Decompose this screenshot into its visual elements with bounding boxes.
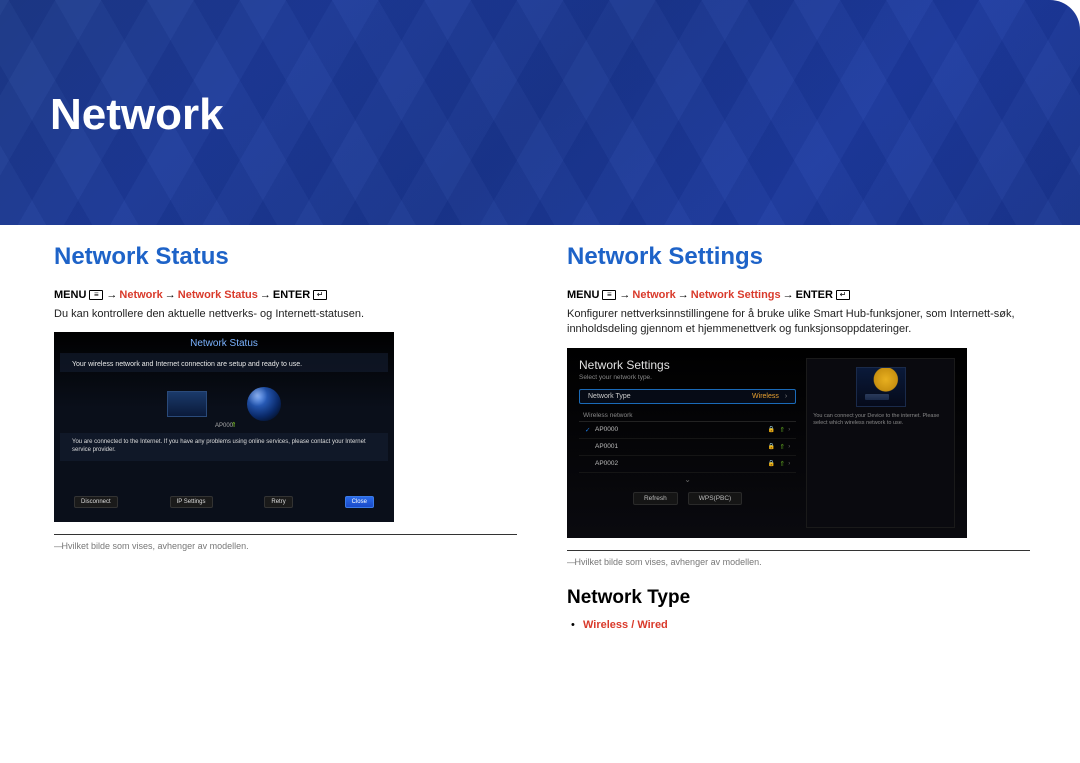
- path-menu-label: MENU: [567, 289, 599, 301]
- ap-name: AP0000: [595, 426, 768, 433]
- side-panel-text: You can connect your Device to the inter…: [813, 413, 948, 427]
- section-description: Konfigurer nettverksinnstillingene for å…: [567, 307, 1030, 338]
- shot-info-text: You are connected to the Internet. If yo…: [60, 433, 388, 461]
- path-arrow: →: [165, 289, 176, 301]
- divider: [54, 534, 517, 535]
- lock-icon: 🔒: [768, 443, 775, 450]
- shot-status-message: Your wireless network and Internet conne…: [60, 353, 388, 372]
- section-heading-network-settings: Network Settings: [567, 243, 1030, 271]
- path-part-network-settings: Network Settings: [691, 289, 781, 301]
- close-button[interactable]: Close: [345, 496, 374, 508]
- menu-path-network-settings: MENU → Network → Network Settings → ENTE…: [567, 289, 1030, 301]
- screenshot-network-settings: Network Settings Select your network typ…: [567, 348, 967, 538]
- path-part-network-status: Network Status: [178, 289, 258, 301]
- ap-list-item[interactable]: ✓ AP0000 🔒 ⇑ ›: [579, 422, 796, 439]
- ap-list-item[interactable]: AP0002 🔒 ⇑ ›: [579, 456, 796, 473]
- screenshot-network-status: Network Status Your wireless network and…: [54, 332, 394, 522]
- path-part-network: Network: [632, 289, 675, 301]
- lock-icon: 🔒: [768, 426, 775, 433]
- wifi-signal-icon: ⇑: [779, 460, 785, 468]
- enter-icon: [313, 290, 327, 300]
- disconnect-button[interactable]: Disconnect: [74, 496, 118, 508]
- shot-button-row: Disconnect IP Settings Retry Close: [54, 488, 394, 516]
- ap-name: AP0001: [595, 443, 768, 450]
- image-note: Hvilket bilde som vises, avhenger av mod…: [567, 557, 1030, 567]
- router-icon: [856, 367, 906, 407]
- enter-icon: [836, 290, 850, 300]
- network-type-label: Network Type: [588, 393, 631, 400]
- path-enter-label: ENTER: [796, 289, 833, 301]
- option-wireless-wired: Wireless / Wired: [583, 619, 668, 631]
- shot-title: Network Settings: [579, 358, 796, 372]
- right-column: Network Settings MENU → Network → Networ…: [567, 235, 1030, 631]
- section-heading-network-status: Network Status: [54, 243, 517, 271]
- chapter-banner: Network: [0, 0, 1080, 225]
- wifi-icon: ⇑: [231, 421, 237, 429]
- chevron-right-icon: ›: [788, 461, 790, 467]
- shot-side-panel: You can connect your Device to the inter…: [806, 358, 955, 528]
- image-note: Hvilket bilde som vises, avhenger av mod…: [54, 541, 517, 551]
- subsection-heading-network-type: Network Type: [567, 587, 1030, 609]
- menu-path-network-status: MENU → Network → Network Status → ENTER: [54, 289, 517, 301]
- shot-diagram: AP000 ⇑: [54, 376, 394, 431]
- divider: [567, 550, 1030, 551]
- shot-title: Network Status: [54, 332, 394, 349]
- menu-icon: [89, 290, 103, 300]
- path-enter-label: ENTER: [273, 289, 310, 301]
- lock-icon: 🔒: [768, 460, 775, 467]
- menu-icon: [602, 290, 616, 300]
- shot-subtitle: Select your network type.: [579, 374, 796, 381]
- check-icon: ✓: [585, 426, 595, 434]
- chevron-down-icon[interactable]: ⌄: [579, 473, 796, 486]
- shot-button-row: Refresh WPS(PBC): [579, 492, 796, 505]
- ap-list-item[interactable]: AP0001 🔒 ⇑ ›: [579, 439, 796, 456]
- path-arrow: →: [783, 289, 794, 301]
- shot-main-panel: Network Settings Select your network typ…: [579, 358, 796, 528]
- wifi-signal-icon: ⇑: [779, 443, 785, 451]
- wps-button[interactable]: WPS(PBC): [688, 492, 743, 505]
- left-column: Network Status MENU → Network → Network …: [54, 235, 517, 631]
- section-description: Du kan kontrollere den aktuelle nettverk…: [54, 307, 517, 322]
- chevron-right-icon: ›: [788, 427, 790, 433]
- chevron-right-icon: ›: [788, 444, 790, 450]
- path-menu-label: MENU: [54, 289, 86, 301]
- path-arrow: →: [619, 289, 630, 301]
- refresh-button[interactable]: Refresh: [633, 492, 678, 505]
- chevron-right-icon: ›: [785, 393, 787, 400]
- path-arrow: →: [678, 289, 689, 301]
- ap-name: AP0002: [595, 460, 768, 467]
- retry-button[interactable]: Retry: [264, 496, 292, 508]
- globe-icon: [247, 387, 281, 421]
- wireless-network-label: Wireless network: [579, 410, 796, 422]
- network-type-value: Wireless: [752, 393, 779, 400]
- path-part-network: Network: [119, 289, 162, 301]
- ip-settings-button[interactable]: IP Settings: [170, 496, 213, 508]
- option-bullet: Wireless / Wired: [567, 619, 1030, 631]
- wifi-signal-icon: ⇑: [779, 426, 785, 434]
- path-arrow: →: [260, 289, 271, 301]
- device-icon: [167, 391, 207, 417]
- path-arrow: →: [106, 289, 117, 301]
- network-type-selector[interactable]: Network Type Wireless ›: [579, 389, 796, 404]
- page-content: Network Status MENU → Network → Network …: [0, 225, 1080, 631]
- chapter-title: Network: [50, 90, 224, 140]
